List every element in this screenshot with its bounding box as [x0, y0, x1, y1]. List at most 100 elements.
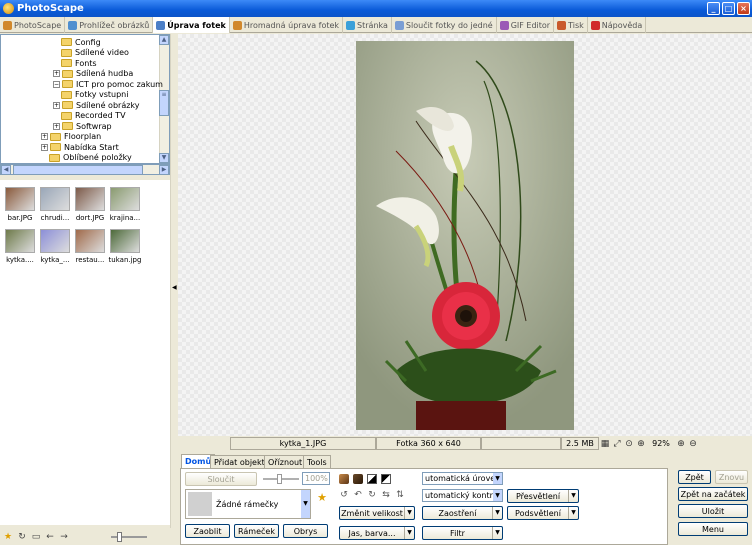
chevron-down-icon[interactable]: ▼ — [492, 507, 502, 519]
thumbnail-item[interactable]: kytka_... — [38, 229, 72, 264]
collapse-arrow-icon[interactable]: ◀ — [172, 284, 177, 291]
round-corners-button[interactable]: Zaoblit — [185, 524, 230, 538]
zoom-in-icon[interactable]: ⊕ — [675, 438, 687, 450]
tab-crop[interactable]: Oříznout — [264, 455, 307, 468]
backlight-button[interactable]: Přesvětlení ▼ — [507, 489, 579, 503]
rotate-right-icon[interactable]: ↻ — [367, 490, 377, 500]
chevron-down-icon[interactable]: ▼ — [404, 527, 414, 539]
expander-icon[interactable]: + — [53, 70, 60, 77]
tree-vertical-scrollbar[interactable]: ▲ ≡ ▼ — [159, 35, 169, 163]
minimize-button[interactable]: _ — [707, 2, 720, 15]
tree-item[interactable]: Fotky vstupni — [61, 90, 128, 100]
fit-checker-icon[interactable]: ▦ — [599, 438, 611, 450]
tree-item[interactable]: Sdílené video — [61, 48, 129, 58]
chevron-down-icon[interactable]: ▼ — [404, 507, 414, 519]
forward-arrow-icon[interactable]: → — [59, 532, 69, 542]
panel-splitter[interactable]: ◀ — [170, 34, 178, 528]
outline-button[interactable]: Obrys — [283, 524, 328, 538]
brightness-color-button[interactable]: Jas, barva... ▼ — [339, 526, 415, 540]
rotate-left-icon[interactable]: ↺ — [339, 490, 349, 500]
tab-module-4[interactable]: Stránka — [343, 17, 392, 33]
tab-module-1[interactable]: Prohlížeč obrázků — [65, 17, 154, 33]
tab-module-6[interactable]: GIF Editor — [497, 17, 555, 33]
save-button[interactable]: Uložit — [678, 504, 748, 518]
tree-item[interactable]: + Sdílené obrázky — [53, 100, 140, 110]
tab-module-2[interactable]: Úprava fotek — [153, 17, 230, 33]
underlight-button[interactable]: Podsvětlení ▼ — [507, 506, 579, 520]
tree-item[interactable]: + Nabídka Start — [41, 142, 119, 152]
favorite-star-icon[interactable]: ★ — [3, 532, 13, 542]
tree-item[interactable]: Oblíbené položky — [49, 153, 132, 163]
thumbnail-size-slider[interactable] — [111, 531, 147, 542]
opacity-slider[interactable] — [263, 474, 299, 484]
scroll-down-icon[interactable]: ▼ — [159, 153, 169, 163]
favorite-frame-star-icon[interactable]: ★ — [317, 492, 327, 503]
expander-icon[interactable]: + — [53, 122, 60, 130]
thumbnail-item[interactable]: bar.JPG — [3, 187, 37, 222]
sharpen-button[interactable]: Zaostření ▼ — [422, 506, 503, 520]
tree-item[interactable]: Recorded TV — [61, 111, 126, 121]
auto-level-select[interactable]: utomatická úroveň ▼ — [422, 472, 503, 485]
expander-icon[interactable]: + — [41, 143, 48, 151]
sepia-icon[interactable] — [339, 474, 349, 484]
tab-module-3[interactable]: Hromadná úprava fotek — [230, 17, 344, 33]
merge-button[interactable]: Sloučit — [185, 472, 257, 486]
thumbnail-item[interactable]: krajina... — [108, 187, 142, 222]
tab-module-5[interactable]: Sloučit fotky do jedné — [392, 17, 497, 33]
tree-item[interactable]: Config — [61, 37, 101, 47]
scroll-thumb[interactable]: ≡ — [159, 90, 169, 116]
resize-button[interactable]: Změnit velikost ▼ — [339, 506, 415, 520]
undo-rotate-icon[interactable]: ↶ — [353, 490, 363, 500]
tree-item[interactable]: + Sdílená hudba — [53, 69, 133, 79]
thumbnail-item[interactable]: dort.JPG — [73, 187, 107, 222]
tree-item[interactable]: Fonts — [61, 58, 97, 68]
tab-add-object[interactable]: Přidat objekt — [210, 455, 269, 468]
filter-button[interactable]: Filtr ▼ — [422, 526, 503, 540]
chevron-down-icon[interactable]: ▼ — [568, 507, 578, 519]
tab-module-8[interactable]: Nápověda — [588, 17, 647, 33]
expander-icon[interactable]: − — [53, 80, 60, 88]
thumbnail-item[interactable]: chrudi... — [38, 187, 72, 222]
tab-module-0[interactable]: PhotoScape — [0, 17, 66, 33]
thumbnail-item[interactable]: kytka.... — [3, 229, 37, 264]
hscroll-thumb[interactable] — [13, 165, 143, 175]
tree-item[interactable]: + Floorplan — [41, 132, 101, 142]
zoom-fit-icon[interactable]: ⊕ — [635, 438, 647, 450]
scroll-left-icon[interactable]: ◀ — [1, 165, 11, 175]
back-arrow-icon[interactable]: ← — [45, 532, 55, 542]
chevron-down-icon[interactable]: ▼ — [568, 490, 578, 502]
rotate-icon[interactable]: ↻ — [17, 532, 27, 542]
negative-icon[interactable] — [381, 474, 391, 484]
redo-button[interactable]: Znovu — [715, 470, 748, 484]
tree-item[interactable]: + Softwrap — [53, 121, 112, 131]
undo-all-button[interactable]: Zpět na začátek — [678, 487, 748, 501]
frame-button[interactable]: Rámeček — [234, 524, 279, 538]
auto-contrast-select[interactable]: utomatický kontras ▼ — [422, 489, 503, 502]
frame-select[interactable]: Žádné rámečky ▼ — [185, 489, 311, 519]
tree-item[interactable]: − ICT pro pomoc zakum — [53, 79, 163, 89]
flip-vertical-icon[interactable]: ⇅ — [395, 490, 405, 500]
opacity-field[interactable]: 100% — [302, 472, 330, 485]
folder-tree[interactable]: ▲ ≡ ▼ Config Sdílené video Fonts + Sdílená h… — [0, 34, 170, 164]
expander-icon[interactable]: + — [41, 133, 48, 140]
scroll-right-icon[interactable]: ▶ — [159, 165, 169, 175]
expander-icon[interactable]: + — [53, 101, 60, 109]
close-button[interactable]: × — [737, 2, 750, 15]
zoom-out-icon[interactable]: ⊖ — [687, 438, 699, 450]
flip-horizontal-icon[interactable]: ⇆ — [381, 490, 391, 500]
folder-icon[interactable]: ▭ — [31, 532, 41, 542]
zoom-actual-icon[interactable]: ⊙ — [623, 438, 635, 450]
scroll-up-icon[interactable]: ▲ — [159, 35, 169, 45]
maximize-button[interactable]: □ — [722, 2, 735, 15]
tab-tools[interactable]: Tools — [303, 455, 331, 468]
fullscreen-icon[interactable]: ⤢ — [611, 438, 623, 450]
chevron-down-icon[interactable]: ▼ — [492, 527, 502, 539]
tab-module-7[interactable]: Tisk — [554, 17, 588, 33]
tree-horizontal-scrollbar[interactable]: ◀ ▶ — [0, 164, 170, 175]
thumbnail-item[interactable]: tukan.jpg — [108, 229, 142, 264]
dark-tone-icon[interactable] — [353, 474, 363, 484]
thumbnail-item[interactable]: restau... — [73, 229, 107, 264]
black-white-icon[interactable] — [367, 474, 377, 484]
undo-button[interactable]: Zpět — [678, 470, 711, 484]
menu-button[interactable]: Menu — [678, 522, 748, 536]
